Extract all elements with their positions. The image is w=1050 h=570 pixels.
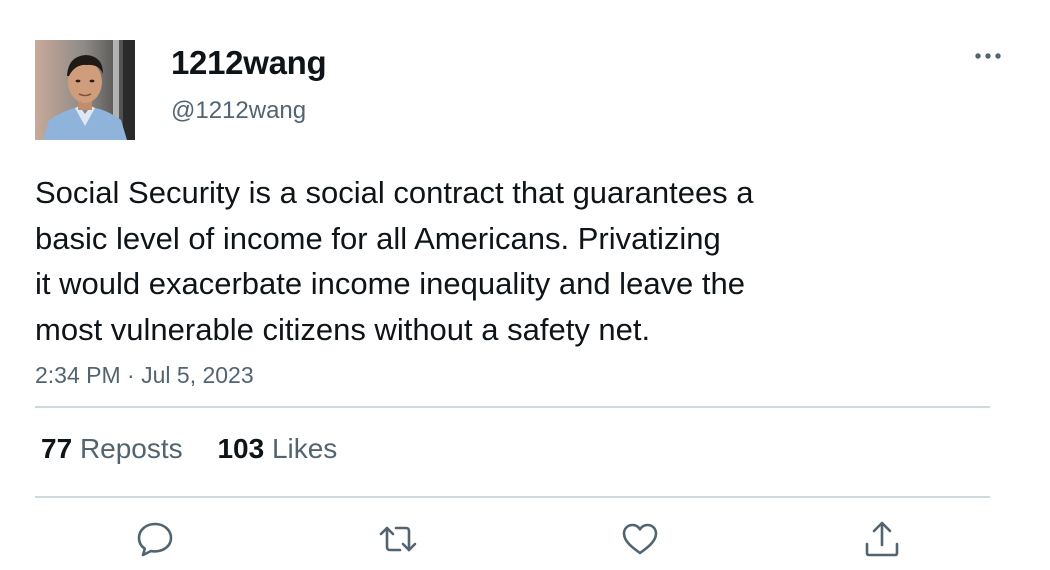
- divider: [35, 496, 990, 498]
- timestamp-separator: ·: [127, 362, 135, 388]
- engagement-stats: 77 Reposts 103 Likes: [41, 432, 337, 466]
- reposts-label: Reposts: [79, 433, 183, 464]
- reposts-stat[interactable]: 77 Reposts: [41, 432, 183, 466]
- tweet-date: Jul 5, 2023: [141, 362, 254, 388]
- tweet-text: Social Security is a social contract tha…: [35, 170, 895, 352]
- display-name[interactable]: 1212wang: [171, 42, 327, 84]
- more-horizontal-icon: [975, 53, 1001, 59]
- user-handle[interactable]: @1212wang: [171, 96, 306, 126]
- heart-icon: [622, 523, 658, 555]
- reposts-count: 77: [41, 433, 73, 464]
- tweet-text-line: it would exacerbate income inequality an…: [35, 266, 746, 301]
- tweet-card: 1212wang @1212wang Social Security is a …: [0, 0, 1050, 570]
- more-options-button[interactable]: [968, 40, 1008, 72]
- reply-bubble-icon: [137, 522, 173, 557]
- reply-button[interactable]: [134, 518, 176, 560]
- share-upload-icon: [865, 521, 899, 557]
- likes-count: 103: [217, 433, 265, 464]
- avatar[interactable]: [35, 40, 135, 140]
- repost-button[interactable]: [377, 518, 419, 560]
- likes-label: Likes: [271, 433, 338, 464]
- avatar-image: [35, 40, 135, 140]
- like-button[interactable]: [619, 518, 661, 560]
- share-button[interactable]: [861, 518, 903, 560]
- tweet-text-line: Social Security is a social contract tha…: [35, 175, 754, 210]
- tweet-timestamp[interactable]: 2:34 PM · Jul 5, 2023: [35, 361, 254, 389]
- repost-arrows-icon: [379, 526, 417, 552]
- tweet-time: 2:34 PM: [35, 362, 121, 388]
- divider: [35, 406, 990, 408]
- likes-stat[interactable]: 103 Likes: [217, 432, 337, 466]
- tweet-text-line: most vulnerable citizens without a safet…: [35, 311, 651, 347]
- tweet-text-line: basic level of income for all Americans.…: [35, 220, 721, 256]
